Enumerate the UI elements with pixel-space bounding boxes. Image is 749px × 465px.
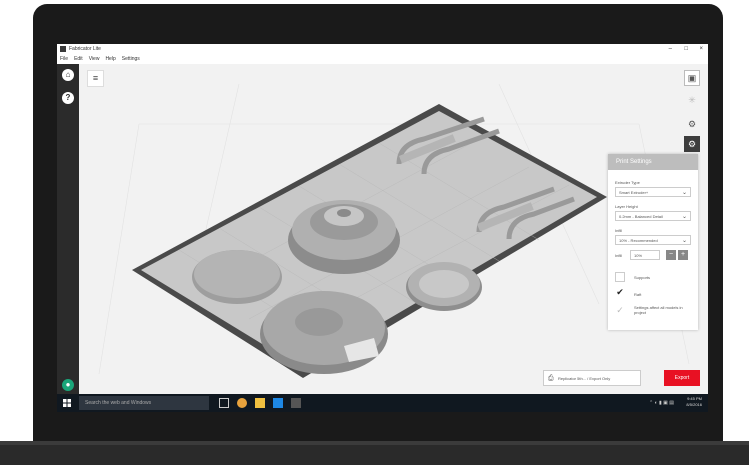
supports-label: Supports bbox=[634, 275, 651, 280]
menu-help[interactable]: Help bbox=[105, 56, 115, 62]
infill-value: 10% - Recommended bbox=[619, 238, 658, 243]
extruder-value: Smart Extruder+ bbox=[619, 190, 649, 195]
windows-taskbar: Search the web and Windows ⌃ ◐ ▮ ▣ ▤ 9:4… bbox=[57, 394, 708, 412]
window-title: Fabricator Lite bbox=[69, 46, 101, 52]
menu-file[interactable]: File bbox=[60, 56, 68, 62]
print-settings-panel: Print Settings Extruder Type Smart Extru… bbox=[608, 154, 698, 330]
layer-height-value: 0.2mm - Balanced Detail bbox=[619, 214, 663, 219]
help-icon[interactable]: ? bbox=[62, 92, 74, 104]
system-tray[interactable]: ⌃ ◐ ▮ ▣ ▤ bbox=[649, 394, 674, 412]
file-explorer-icon[interactable] bbox=[255, 398, 265, 408]
settings-note-icon: ✓ bbox=[616, 305, 624, 315]
print-settings-icon[interactable]: ⚙ bbox=[684, 136, 700, 152]
supports-checkbox[interactable] bbox=[615, 272, 625, 282]
printer-label: Replicator 5th... / Export Only bbox=[558, 376, 611, 381]
windows-start-icon[interactable] bbox=[63, 399, 71, 407]
infill-count-input[interactable]: 10% bbox=[630, 250, 660, 260]
chevron-down-icon: ⌄ bbox=[681, 238, 687, 244]
printer-select[interactable]: ⎙ Replicator 5th... / Export Only bbox=[543, 370, 641, 386]
menu-edit[interactable]: Edit bbox=[74, 56, 83, 62]
minimize-button[interactable]: – bbox=[669, 44, 672, 55]
screen: Fabricator Lite – □ × File Edit View Help Se… bbox=[57, 44, 708, 412]
export-button[interactable]: Export bbox=[664, 370, 700, 386]
build-plate-viewport[interactable]: ≡ ▣ ✳ ⚙ ⚙ ⇲ ⟳ ⧉ Print Settings Extruder … bbox=[79, 64, 708, 412]
chevron-down-icon: ⌄ bbox=[681, 190, 687, 196]
infill-count-label: Infill bbox=[615, 253, 623, 258]
close-button[interactable]: × bbox=[699, 44, 703, 55]
task-view-icon[interactable] bbox=[219, 398, 229, 408]
app-icon bbox=[60, 46, 66, 52]
settings-note: Settings affect all models in project bbox=[634, 305, 683, 315]
taskbar-search-input[interactable]: Search the web and Windows bbox=[79, 396, 209, 410]
layer-height-label: Layer Height bbox=[615, 204, 638, 209]
clock-date: 8/5/2016 bbox=[686, 402, 702, 407]
left-rail: ⌂ ? ● bbox=[57, 64, 79, 394]
laptop-base bbox=[0, 441, 749, 465]
infill-label: Infill bbox=[615, 228, 623, 233]
taskbar-clock[interactable]: 9:45 PM 8/5/2016 bbox=[686, 396, 702, 408]
raft-checkbox[interactable]: ✔ bbox=[615, 288, 625, 298]
decrement-button[interactable]: − bbox=[666, 250, 676, 260]
maximize-button[interactable]: □ bbox=[684, 44, 688, 55]
menu-bar: File Edit View Help Settings bbox=[57, 55, 708, 64]
account-icon[interactable]: ● bbox=[62, 379, 74, 391]
settings-gear-icon[interactable]: ⚙ bbox=[684, 116, 700, 132]
layer-height-select[interactable]: 0.2mm - Balanced Detail ⌄ bbox=[615, 211, 691, 221]
infill-count-value: 10% bbox=[634, 253, 643, 258]
increment-button[interactable]: + bbox=[678, 250, 688, 260]
home-icon[interactable]: ⌂ bbox=[62, 69, 74, 81]
menu-settings[interactable]: Settings bbox=[122, 56, 140, 62]
panel-title: Print Settings bbox=[608, 154, 698, 170]
object-icon[interactable]: ✳ bbox=[684, 92, 700, 108]
infill-select[interactable]: 10% - Recommended ⌄ bbox=[615, 235, 691, 245]
chevron-down-icon: ⌄ bbox=[681, 214, 687, 220]
title-bar: Fabricator Lite – □ × bbox=[57, 44, 708, 55]
fabricator-app-icon[interactable] bbox=[291, 398, 301, 408]
view-cube-icon[interactable]: ▣ bbox=[684, 70, 700, 86]
chrome-icon[interactable] bbox=[237, 398, 247, 408]
raft-label: Raft bbox=[634, 292, 642, 297]
printer-icon: ⎙ bbox=[548, 375, 554, 382]
hamburger-menu-icon[interactable]: ≡ bbox=[87, 70, 104, 87]
menu-view[interactable]: View bbox=[89, 56, 100, 62]
extruder-select[interactable]: Smart Extruder+ ⌄ bbox=[615, 187, 691, 197]
extruder-label: Extruder Type bbox=[615, 180, 640, 185]
store-icon[interactable] bbox=[273, 398, 283, 408]
